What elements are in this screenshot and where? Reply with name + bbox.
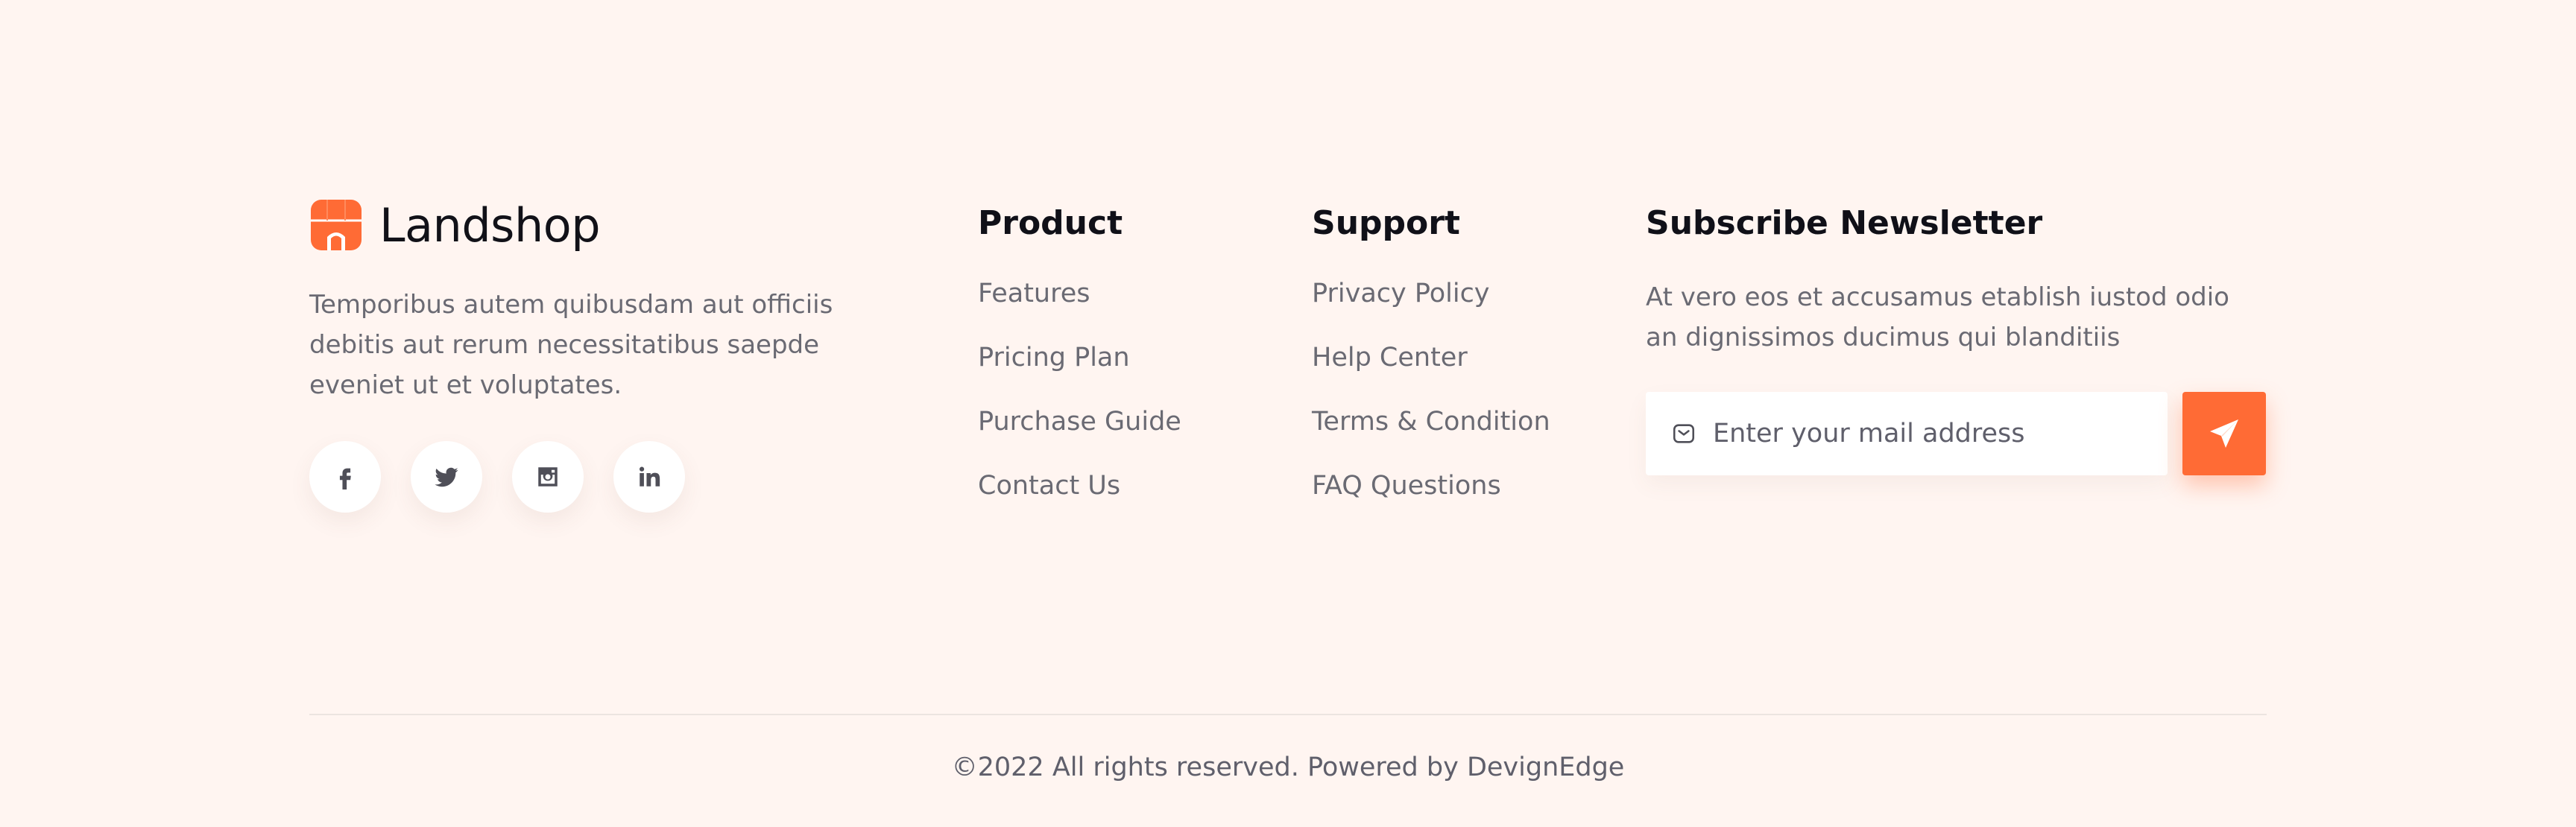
support-links: Privacy Policy Help Center Terms & Condi…: [1312, 277, 1550, 502]
facebook-button[interactable]: [309, 441, 381, 513]
link-faq-questions[interactable]: FAQ Questions: [1312, 469, 1550, 502]
link-help-center[interactable]: Help Center: [1312, 341, 1550, 374]
link-contact-us[interactable]: Contact Us: [978, 469, 1181, 502]
footer-divider: [309, 714, 2267, 715]
linkedin-icon: [639, 466, 660, 487]
logo[interactable]: Landshop: [309, 194, 846, 256]
site-footer: Landshop Temporibus autem quibusdam aut …: [0, 0, 2576, 827]
link-privacy-policy[interactable]: Privacy Policy: [1312, 277, 1550, 310]
link-text[interactable]: Contact Us: [978, 471, 1120, 501]
brand-description: Temporibus autem quibusdam aut officiis …: [309, 290, 833, 400]
linkedin-button[interactable]: [613, 441, 685, 513]
subscribe-button[interactable]: [2182, 392, 2266, 475]
newsletter-description: At vero eos et accusamus etablish iustod…: [1646, 282, 2229, 352]
link-text[interactable]: Pricing Plan: [978, 343, 1130, 373]
support-column: Support Privacy Policy Help Center Terms…: [1312, 201, 1550, 533]
copyright-text: ©2022 All rights reserved. Powered by De…: [951, 752, 1625, 782]
product-heading: Product: [978, 204, 1123, 242]
brand-column: Landshop Temporibus autem quibusdam aut …: [309, 194, 846, 513]
newsletter-column: Subscribe Newsletter At vero eos et accu…: [1646, 201, 2266, 475]
mail-icon: [1673, 424, 1695, 443]
social-links: [309, 441, 846, 513]
product-links: Features Pricing Plan Purchase Guide Con…: [978, 277, 1181, 502]
link-pricing-plan[interactable]: Pricing Plan: [978, 341, 1181, 374]
instagram-button[interactable]: [512, 441, 584, 513]
link-text[interactable]: Terms & Condition: [1312, 407, 1550, 437]
link-text[interactable]: FAQ Questions: [1312, 471, 1501, 501]
product-column: Product Features Pricing Plan Purchase G…: [978, 201, 1181, 533]
link-purchase-guide[interactable]: Purchase Guide: [978, 405, 1181, 438]
newsletter-heading: Subscribe Newsletter: [1646, 204, 2043, 242]
email-field[interactable]: [1646, 392, 2168, 475]
twitter-button[interactable]: [411, 441, 482, 513]
link-text[interactable]: Features: [978, 279, 1090, 308]
link-text[interactable]: Help Center: [1312, 343, 1468, 373]
send-icon: [2210, 419, 2238, 448]
twitter-icon: [435, 467, 458, 487]
brand-name: Landshop: [379, 197, 601, 253]
link-terms-condition[interactable]: Terms & Condition: [1312, 405, 1550, 438]
subscribe-form: [1646, 392, 2266, 475]
link-text[interactable]: Purchase Guide: [978, 407, 1181, 437]
link-features[interactable]: Features: [978, 277, 1181, 310]
facebook-icon: [339, 468, 351, 489]
support-heading: Support: [1312, 204, 1460, 242]
instagram-icon: [538, 467, 558, 487]
email-input[interactable]: [1713, 419, 2160, 449]
shop-logo-icon: [311, 200, 362, 250]
link-text[interactable]: Privacy Policy: [1312, 279, 1490, 308]
